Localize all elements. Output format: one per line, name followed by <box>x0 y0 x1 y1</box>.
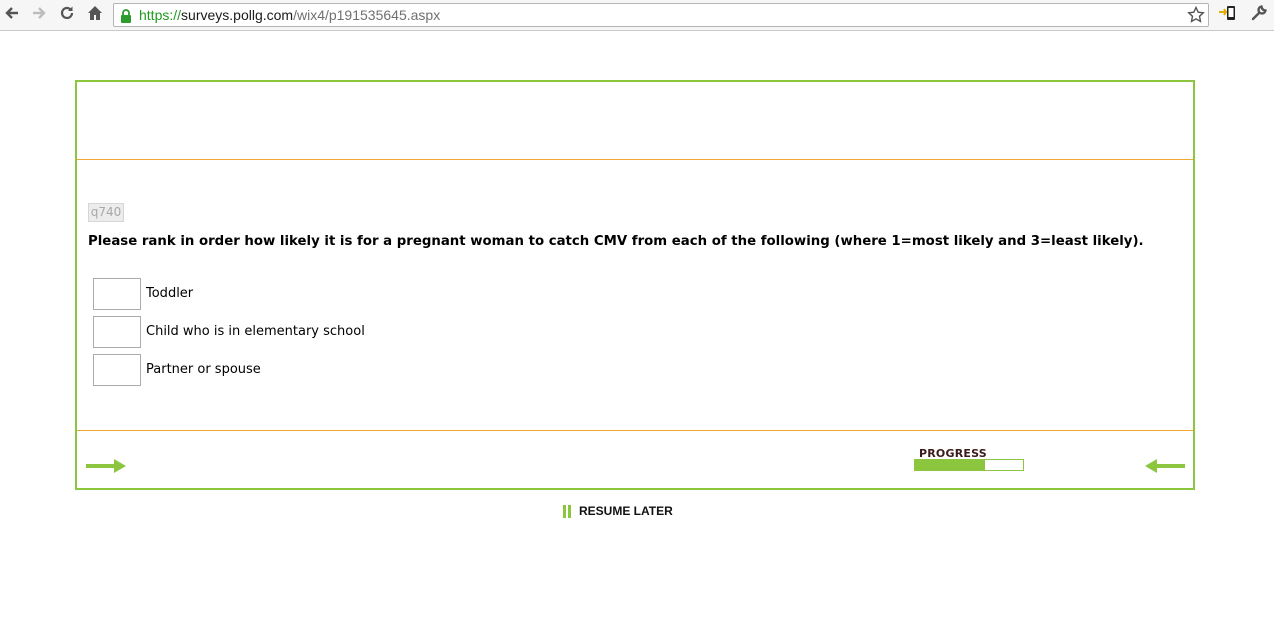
back-arrow-icon[interactable] <box>1141 458 1185 478</box>
progress-fill <box>915 460 986 470</box>
next-arrow-icon[interactable] <box>86 458 130 478</box>
rank-item-label: Toddler <box>146 286 194 301</box>
browser-toolbar: https://surveys.pollg.com/wix4/p19153564… <box>0 0 1274 31</box>
home-button[interactable] <box>84 4 106 26</box>
url-text: https://surveys.pollg.com/wix4/p19153564… <box>139 7 440 23</box>
back-icon <box>3 4 21 26</box>
rank-item-label: Partner or spouse <box>146 362 261 377</box>
url-path: /wix4/p191535645.aspx <box>293 7 441 23</box>
rank-input-toddler[interactable] <box>93 278 141 310</box>
survey-frame: q740 Please rank in order how likely it … <box>75 80 1195 490</box>
extension-icon <box>1217 3 1237 27</box>
resume-later-label: RESUME LATER <box>579 504 673 518</box>
back-button[interactable] <box>1 4 23 26</box>
rank-item: Partner or spouse <box>93 354 693 386</box>
rank-item-label: Child who is in elementary school <box>146 324 365 339</box>
survey-header <box>77 82 1193 160</box>
forward-button[interactable] <box>28 4 50 26</box>
lock-icon <box>120 8 132 27</box>
rank-input-partner[interactable] <box>93 354 141 386</box>
question-text: Please rank in order how likely it is fo… <box>88 234 1144 249</box>
url-host: surveys.pollg.com <box>181 7 294 23</box>
reload-button[interactable] <box>56 4 78 26</box>
url-scheme: https:// <box>139 7 182 23</box>
progress-bar <box>914 459 1024 471</box>
pause-icon <box>563 504 571 518</box>
resume-later-button[interactable]: RESUME LATER <box>563 504 673 518</box>
forward-icon <box>30 4 48 26</box>
settings-button[interactable] <box>1248 4 1270 26</box>
reload-icon <box>58 4 76 26</box>
rank-input-elementary-child[interactable] <box>93 316 141 348</box>
address-bar[interactable]: https://surveys.pollg.com/wix4/p19153564… <box>113 3 1209 27</box>
rank-item: Child who is in elementary school <box>93 316 693 348</box>
question-area: q740 Please rank in order how likely it … <box>77 160 1193 431</box>
wrench-icon <box>1250 4 1268 26</box>
question-id-badge: q740 <box>88 203 124 222</box>
home-icon <box>86 4 104 26</box>
survey-footer: PROGRESS <box>77 431 1193 488</box>
rank-item: Toddler <box>93 278 693 310</box>
bookmark-star-icon[interactable] <box>1187 5 1205 28</box>
extension-button[interactable] <box>1216 4 1238 26</box>
